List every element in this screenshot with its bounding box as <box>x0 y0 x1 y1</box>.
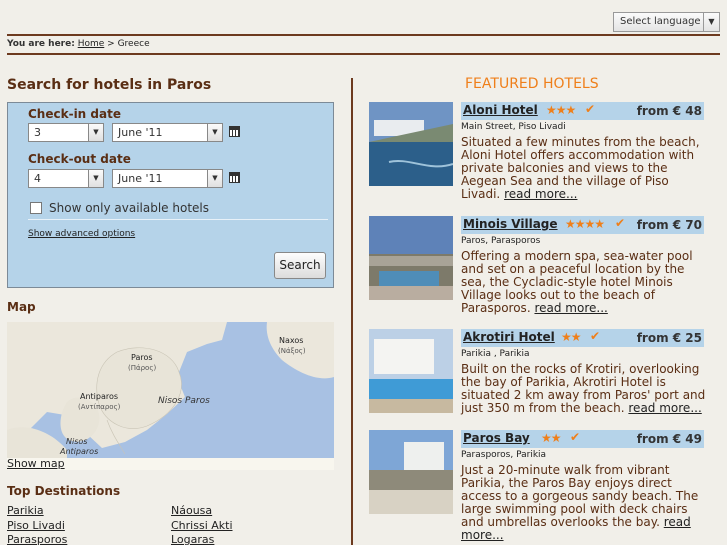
hotel-description-text: Situated a few minutes from the beach, A… <box>461 135 700 201</box>
hotel-address: Main Street, Piso Livadi <box>461 122 566 132</box>
hotel-name-link[interactable]: Minois Village <box>463 217 558 231</box>
checkout-month-value: June '11 <box>118 172 163 185</box>
column-divider <box>351 78 353 545</box>
breadcrumb-current: Greece <box>117 39 150 49</box>
hotel-header: Paros Bay ★★ ✔ from € 49 <box>461 430 704 448</box>
checkout-month-select[interactable]: June '11 ▼ <box>112 169 223 188</box>
map-label-nisos-antiparos: Antiparos <box>59 447 98 456</box>
map-label-paros: Paros <box>131 353 153 362</box>
read-more-link[interactable]: read more... <box>504 187 577 201</box>
advanced-options-link[interactable]: Show advanced options <box>28 229 135 239</box>
star-rating-icon: ★★★ <box>546 103 576 117</box>
map-label-naxos-greek: (Νάξος) <box>278 347 306 355</box>
available-only-checkbox[interactable] <box>30 202 42 214</box>
hotel-name-link[interactable]: Aloni Hotel <box>463 103 538 117</box>
map-title: Map <box>7 300 36 314</box>
checkin-day-value: 3 <box>34 126 41 139</box>
hotel-description: Situated a few minutes from the beach, A… <box>461 136 706 201</box>
star-rating-icon: ★★ <box>541 431 561 445</box>
chevron-down-icon: ▼ <box>207 170 222 187</box>
hotel-header: Minois Village ★★★★ ✔ from € 70 <box>461 216 704 234</box>
hotel-description: Offering a modern spa, sea-water pool an… <box>461 250 706 315</box>
checkmark-icon: ✔ <box>590 329 601 343</box>
show-map-link[interactable]: Show map <box>7 457 65 470</box>
map-label-nisos: Nisos <box>66 437 87 446</box>
breadcrumb-divider <box>7 53 720 55</box>
map-label-paros-greek: (Πάρος) <box>128 364 156 372</box>
map-graphic: Paros (Πάρος) Naxos (Νάξος) Antiparos (Α… <box>7 322 334 458</box>
read-more-link[interactable]: read more... <box>534 301 607 315</box>
chevron-down-icon: ▼ <box>207 124 222 141</box>
breadcrumb-separator: > <box>107 39 115 49</box>
search-title: Search for hotels in Paros <box>7 77 212 93</box>
breadcrumb: You are here: Home > Greece <box>7 39 150 49</box>
hotel-price: from € 49 <box>636 432 702 446</box>
checkout-day-select[interactable]: 4 ▼ <box>28 169 104 188</box>
language-select-label: Select language <box>620 16 701 27</box>
map-view[interactable]: Paros (Πάρος) Naxos (Νάξος) Antiparos (Α… <box>7 322 334 458</box>
map-label-antiparos: Antiparos <box>80 392 118 401</box>
hotel-price: from € 48 <box>636 104 702 118</box>
hotel-name-link[interactable]: Paros Bay <box>463 431 530 445</box>
breadcrumb-label: You are here: <box>7 39 75 49</box>
calendar-icon[interactable] <box>229 172 240 183</box>
destination-link[interactable]: Parasporos <box>7 533 67 545</box>
checkin-label: Check-in date <box>28 107 121 121</box>
available-only-label: Show only available hotels <box>49 201 209 215</box>
hotel-photo[interactable] <box>369 216 453 300</box>
destination-link[interactable]: Chrissi Akti <box>171 519 233 532</box>
hotel-photo[interactable] <box>369 102 453 186</box>
hotel-photo-graphic <box>369 329 453 413</box>
breadcrumb-home-link[interactable]: Home <box>78 39 105 49</box>
top-destinations-title: Top Destinations <box>7 484 121 498</box>
hotel-photo[interactable] <box>369 430 453 514</box>
checkout-day-value: 4 <box>34 172 41 185</box>
map-label-nisos-paros: Nisos Paros <box>158 396 210 406</box>
featured-hotels-title: FEATURED HOTELS <box>465 76 599 92</box>
hotel-photo-graphic <box>369 430 453 514</box>
hotel-photo-graphic <box>369 216 453 300</box>
star-rating-icon: ★★ <box>561 330 581 344</box>
chevron-down-icon: ▼ <box>703 13 719 31</box>
destination-link[interactable]: Logaras <box>171 533 214 545</box>
destination-link[interactable]: Parikia <box>7 504 44 517</box>
hotel-address: Paros, Parasporos <box>461 236 541 246</box>
checkin-month-value: June '11 <box>118 126 163 139</box>
search-button[interactable]: Search <box>274 252 326 279</box>
hotel-name-link[interactable]: Akrotiri Hotel <box>463 330 555 344</box>
checkout-label: Check-out date <box>28 152 131 166</box>
star-rating-icon: ★★★★ <box>565 217 605 231</box>
language-select[interactable]: Select language ▼ <box>613 12 720 32</box>
chevron-down-icon: ▼ <box>88 124 103 141</box>
calendar-icon[interactable] <box>229 126 240 137</box>
top-divider <box>7 34 720 36</box>
show-map-bar: Show map <box>7 457 334 470</box>
read-more-link[interactable]: read more... <box>628 401 701 415</box>
hotel-address: Parasporos, Parikia <box>461 450 547 460</box>
map-label-antiparos-greek: (Αντίπαρος) <box>78 403 121 411</box>
map-label-naxos: Naxos <box>279 336 303 345</box>
checkin-month-select[interactable]: June '11 ▼ <box>112 123 223 142</box>
hotel-description: Built on the rocks of Krotiri, overlooki… <box>461 363 706 415</box>
hotel-header: Akrotiri Hotel ★★ ✔ from € 25 <box>461 329 704 347</box>
hotel-address: Parikia , Parikia <box>461 349 530 359</box>
hotel-photo[interactable] <box>369 329 453 413</box>
destination-link[interactable]: Piso Livadi <box>7 519 65 532</box>
checkmark-icon: ✔ <box>615 216 626 230</box>
destination-link[interactable]: Náousa <box>171 504 212 517</box>
search-form: Check-in date 3 ▼ June '11 ▼ Check-out d… <box>7 102 334 288</box>
search-divider <box>28 219 328 220</box>
hotel-price: from € 70 <box>636 218 702 232</box>
checkmark-icon: ✔ <box>585 102 596 116</box>
chevron-down-icon: ▼ <box>88 170 103 187</box>
hotel-price: from € 25 <box>636 331 702 345</box>
hotel-header: Aloni Hotel ★★★ ✔ from € 48 <box>461 102 704 120</box>
hotel-description: Just a 20-minute walk from vibrant Parik… <box>461 464 706 542</box>
checkin-day-select[interactable]: 3 ▼ <box>28 123 104 142</box>
checkmark-icon: ✔ <box>570 430 581 444</box>
hotel-photo-graphic <box>369 102 453 186</box>
hotel-description-text: Just a 20-minute walk from vibrant Parik… <box>461 463 699 529</box>
